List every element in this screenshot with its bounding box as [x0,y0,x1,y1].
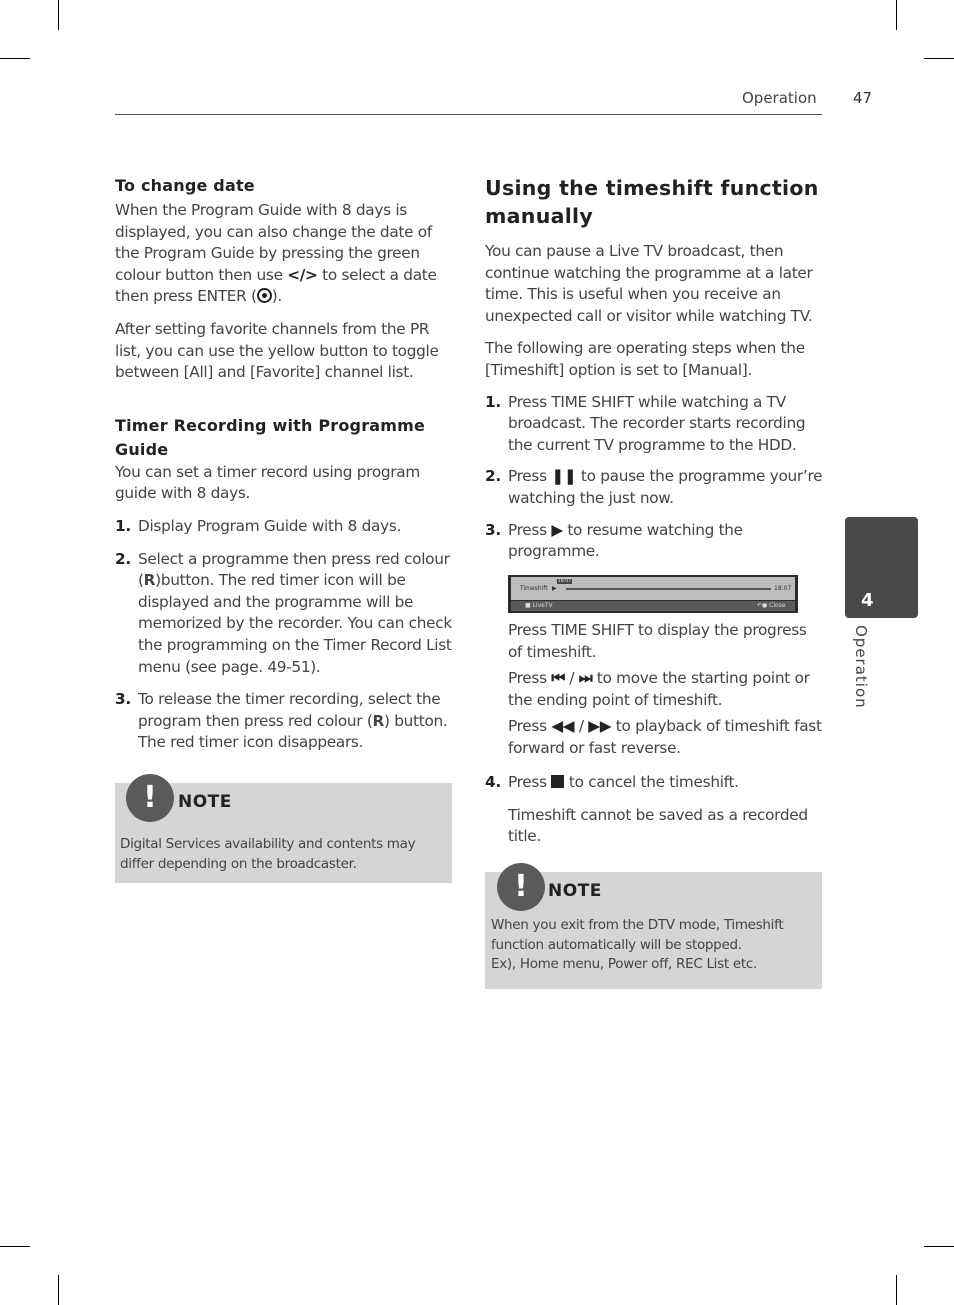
chapter-label: Operation [852,625,870,709]
play-icon: ▶ [551,520,563,539]
exclamation-icon: ! [126,774,174,822]
text: ). [271,287,283,306]
osd-live-tv: ■ LiveTV [525,602,553,609]
list-number: 3. [485,520,501,539]
right-column-sub: Press TIME SHIFT to display the progress… [508,620,823,760]
timer-intro: You can set a timer record using program… [115,462,420,503]
crop-mark [896,0,897,30]
list-number: 4. [485,773,501,791]
chapter-number: 4 [861,590,874,611]
intro-para: You can pause a Live TV broadcast, then … [485,242,813,325]
red-key-label: R [372,711,385,730]
text: / [564,669,579,688]
osd-close: ↶● Close [757,602,786,609]
crop-mark [924,58,954,59]
sub-para: Press ⏮ / ⏭ to move the starting point o… [508,668,823,711]
crop-mark [0,58,30,59]
enter-button-icon [256,288,272,304]
left-right-arrows-icon: </> [287,265,318,284]
change-date-para: When the Program Guide with 8 days is di… [115,200,453,308]
list-text: Display Program Guide with 8 days. [138,516,402,535]
header-rule [115,114,822,115]
osd-time: 18:07 [774,585,792,592]
skip-back-icon: ⏮ [551,669,565,688]
note-text: Digital Services availability and conten… [120,836,416,872]
skip-forward-icon: ⏭ [578,669,593,688]
list-text: Press [508,467,552,486]
left-column: To change date When the Program Guide wi… [115,174,453,754]
section-heading: Using the timeshift function manually [485,176,819,228]
list-item: 2. Select a programme then press red col… [115,549,453,679]
timeshift-osd-screenshot: Timeshift ▶ 18:07 18:07 ■ LiveTV ↶● Clos… [508,575,798,613]
note-title: NOTE [548,881,602,901]
osd-progress-panel: Timeshift ▶ 18:07 18:07 [511,577,795,600]
list-text: Press [508,520,552,539]
pause-icon: ❚❚ [551,467,577,486]
note-line: function automatically will be stopped. [491,936,742,953]
list-number: 1. [485,392,501,411]
note-line: Ex), Home menu, Power off, REC List etc. [491,956,757,972]
list-text: )button. The red timer icon will be disp… [138,571,452,676]
list-text: Press [508,773,552,791]
step-4: 4. Press to cancel the timeshift. Timesh… [485,772,823,848]
osd-progress-bar [566,588,771,590]
osd-marker: 18:07 [557,579,572,584]
red-key-label: R [143,571,156,590]
note-text: When you exit from the DTV mode, Timeshi… [491,916,819,975]
favorite-para: After setting favorite channels from the… [115,319,439,382]
list-text: Press TIME SHIFT while watching a TV bro… [508,392,806,454]
fast-forward-icon: ▶▶ [588,717,612,736]
crop-mark [924,1246,954,1247]
change-date-heading: To change date [115,176,255,195]
list-item: 2. Press ❚❚ to pause the programme your’… [485,466,823,509]
list-item: 1. Display Program Guide with 8 days. [115,516,453,538]
right-column: Using the timeshift function manually Yo… [485,174,823,563]
crop-mark [0,1246,30,1247]
intro-para-2: The following are operating steps when t… [485,339,805,379]
crop-mark [58,0,59,30]
osd-play-icon: ▶ [552,585,557,592]
exclamation-icon: ! [497,863,545,911]
list-number: 1. [115,516,131,535]
crop-mark [58,1275,59,1305]
step-4-note: Timeshift cannot be saved as a recorded … [508,805,808,846]
note-line: When you exit from the DTV mode, Timeshi… [491,917,784,933]
sub-para: Press TIME SHIFT to display the progress… [508,621,807,661]
list-item: 4. Press to cancel the timeshift. [485,772,823,794]
page-number: 47 [853,89,873,107]
list-number: 2. [485,467,501,486]
osd-label: Timeshift [520,585,548,592]
list-item: 1. Press TIME SHIFT while watching a TV … [485,392,823,457]
rewind-icon: ◀◀ [551,717,575,736]
stop-icon [551,775,565,788]
list-text: to cancel the timeshift. [564,773,739,791]
list-number: 3. [115,690,131,709]
note-title: NOTE [178,792,232,812]
sub-para: Press ◀◀ / ▶▶ to playback of timeshift f… [508,716,823,759]
chapter-tab [845,517,918,618]
timer-heading: Timer Recording with Programme Guide [115,415,426,459]
osd-footer: ■ LiveTV ↶● Close [511,601,795,611]
header-section-title: Operation [742,89,817,107]
text: Press [508,717,552,736]
list-number: 2. [115,549,131,568]
list-item: 3. Press ▶ to resume watching the progra… [485,520,823,563]
text: Press [508,669,552,688]
list-item: 3. To release the timer recording, selec… [115,689,453,754]
text: / [574,717,589,736]
crop-mark [896,1275,897,1305]
